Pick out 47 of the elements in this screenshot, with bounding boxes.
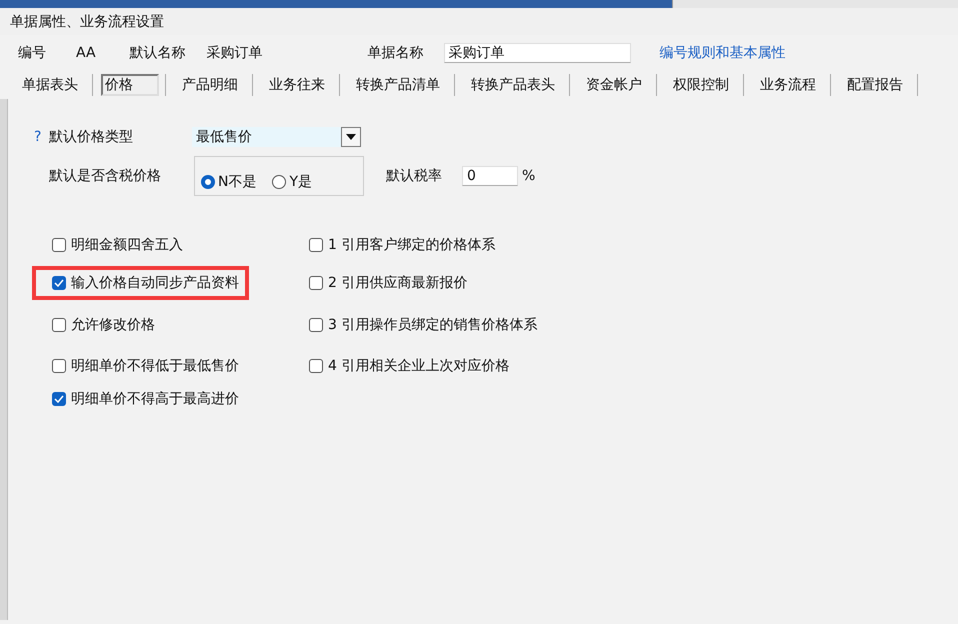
checkbox[interactable] bbox=[52, 276, 66, 290]
tab[interactable]: 业务流程 bbox=[752, 72, 824, 98]
field-label: 默认名称 bbox=[130, 44, 186, 62]
checkbox[interactable] bbox=[52, 392, 66, 406]
checkbox-label: 明细单价不得高于最高进价 bbox=[71, 390, 239, 408]
checkbox-label: 允许修改价格 bbox=[71, 316, 155, 334]
tab[interactable]: 资金帐户 bbox=[578, 72, 650, 98]
document-name-field[interactable]: 采购订单 bbox=[444, 43, 631, 63]
radio-button[interactable] bbox=[272, 175, 286, 189]
checkbox-label: 3 引用操作员绑定的销售价格体系 bbox=[328, 316, 538, 334]
help-mark[interactable]: ? bbox=[34, 129, 49, 145]
dropdown-arrow-icon bbox=[346, 134, 356, 140]
checkbox[interactable] bbox=[309, 318, 323, 332]
checkbox[interactable] bbox=[309, 276, 323, 290]
radio-button[interactable] bbox=[201, 175, 215, 189]
tab[interactable]: 业务往来 bbox=[261, 72, 333, 98]
checkbox[interactable] bbox=[309, 358, 323, 372]
checkbox-label: 4 引用相关企业上次对应价格 bbox=[328, 356, 510, 374]
unit-label: % bbox=[522, 168, 536, 184]
checkbox-label: 明细单价不得低于最低售价 bbox=[71, 356, 239, 374]
radio-label: Y是 bbox=[289, 173, 312, 191]
checkbox-label: 1 引用客户绑定的价格体系 bbox=[328, 236, 496, 254]
field-label: 单据名称 bbox=[368, 44, 424, 62]
field-label: 默认是否含税价格 bbox=[49, 167, 161, 185]
tab[interactable]: 转换产品清单 bbox=[348, 72, 448, 98]
radio-label: N不是 bbox=[218, 173, 256, 191]
checkbox[interactable] bbox=[309, 238, 323, 252]
field-value: 采购订单 bbox=[206, 44, 263, 62]
numbering-rules-link[interactable]: 编号规则和基本属性 bbox=[660, 44, 786, 62]
field-value: AA bbox=[76, 45, 96, 61]
field-label: 默认税率 bbox=[386, 167, 442, 185]
tab[interactable]: 价格 bbox=[101, 74, 159, 96]
field-label: 编号 bbox=[18, 44, 46, 62]
tab[interactable]: 单据表头 bbox=[14, 72, 86, 98]
tab[interactable]: 转换产品表头 bbox=[463, 72, 563, 98]
checkbox[interactable] bbox=[52, 358, 66, 372]
field-label: 默认价格类型 bbox=[49, 128, 133, 146]
window-title: 单据属性、业务流程设置 bbox=[10, 12, 164, 30]
tab[interactable]: 配置报告 bbox=[839, 72, 911, 98]
tab[interactable]: 产品明细 bbox=[174, 72, 246, 98]
checkbox-label: 明细金额四舍五入 bbox=[71, 236, 183, 254]
checkbox[interactable] bbox=[52, 238, 66, 252]
checkbox-label: 2 引用供应商最新报价 bbox=[328, 274, 468, 292]
tab[interactable]: 权限控制 bbox=[665, 72, 737, 98]
tax-rate-field[interactable]: 0 bbox=[462, 166, 518, 186]
checkbox-label: 输入价格自动同步产品资料 bbox=[71, 274, 239, 292]
checkbox[interactable] bbox=[52, 318, 66, 332]
